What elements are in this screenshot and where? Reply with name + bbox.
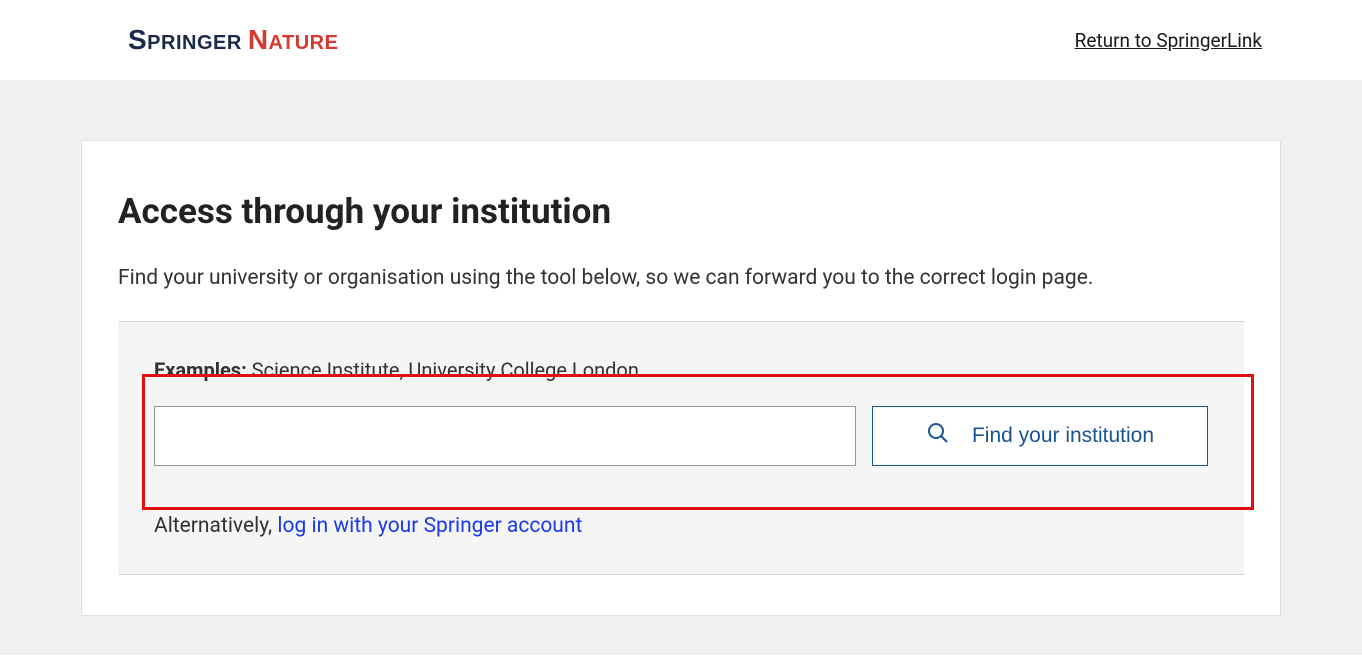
alternatively-text: Alternatively, [154,514,277,538]
header: SpringerNature Return to SpringerLink [0,0,1362,80]
institution-access-card: Access through your institution Find you… [81,140,1281,616]
logo-nature-text: Nature [248,24,339,55]
examples-row: Examples: Science Institute, University … [154,358,1208,382]
page-title: Access through your institution [118,191,1244,232]
find-institution-button[interactable]: Find your institution [872,406,1208,466]
institution-search-input[interactable] [154,406,856,466]
logo-springer-text: Springer [128,24,242,55]
search-row: Find your institution [154,406,1208,466]
find-button-label: Find your institution [972,424,1154,448]
springer-nature-logo: SpringerNature [128,24,338,56]
search-icon [926,421,950,451]
return-to-springerlink-link[interactable]: Return to SpringerLink [1075,29,1262,52]
main-background: Access through your institution Find you… [0,80,1362,655]
description-text: Find your university or organisation usi… [118,264,1244,293]
examples-label: Examples: [154,358,247,382]
springer-account-login-link[interactable]: log in with your Springer account [277,514,582,538]
search-panel: Examples: Science Institute, University … [118,321,1244,575]
alternative-login-row: Alternatively, log in with your Springer… [154,514,1208,538]
examples-text: Science Institute, University College Lo… [247,358,639,382]
